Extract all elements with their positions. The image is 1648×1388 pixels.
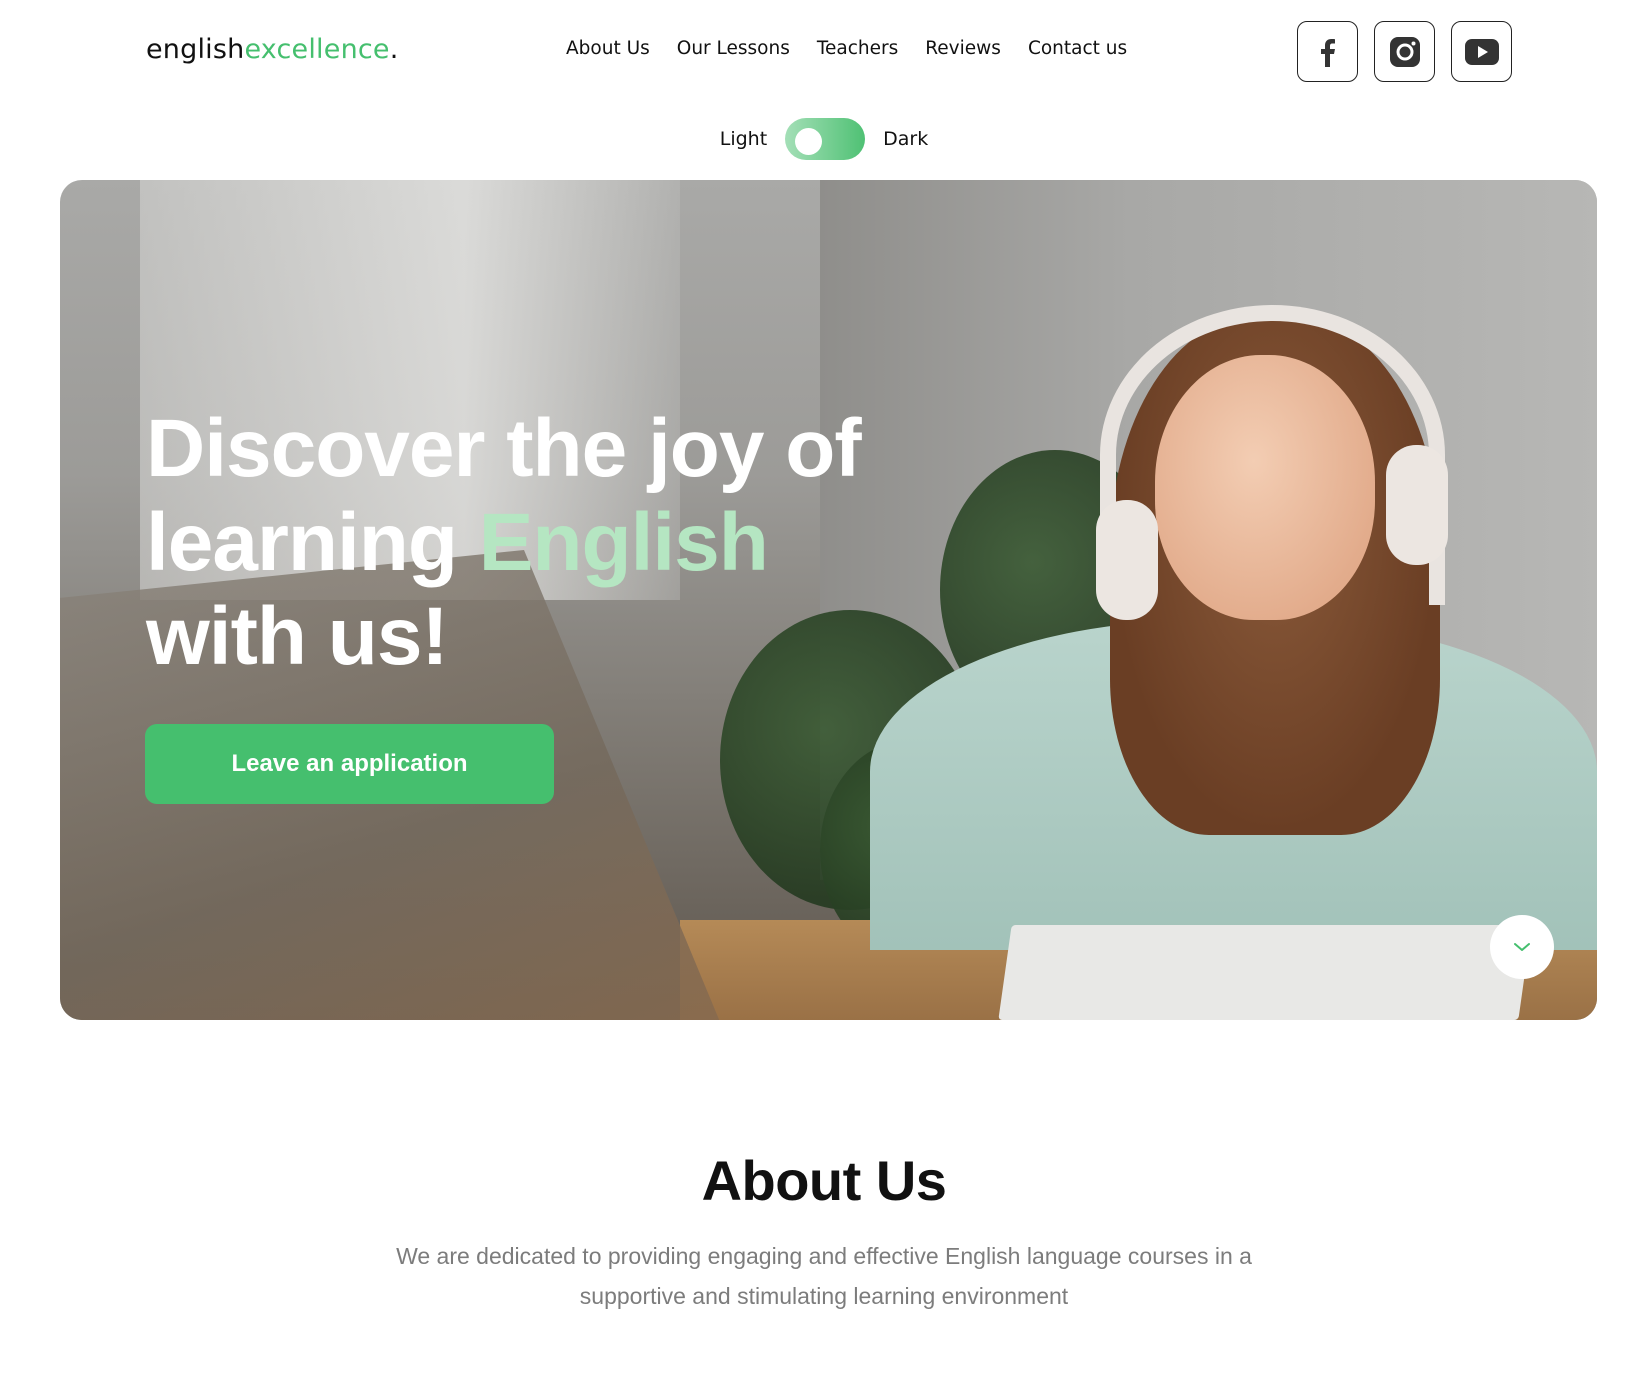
logo-part-excellence: excellence — [244, 34, 390, 65]
facebook-icon — [1320, 38, 1335, 67]
nav-our-lessons[interactable]: Our Lessons — [677, 38, 790, 59]
hero-title: Discover the joy of learning English wit… — [146, 402, 862, 684]
theme-light-label[interactable]: Light — [720, 128, 767, 150]
hero-title-line1: Discover the joy of — [146, 403, 862, 494]
logo-dot: . — [389, 34, 399, 65]
theme-switch[interactable] — [785, 118, 866, 160]
scroll-down-button[interactable] — [1490, 915, 1554, 979]
main-nav: About Us Our Lessons Teachers Reviews Co… — [566, 38, 1127, 59]
nav-contact-us[interactable]: Contact us — [1028, 38, 1127, 59]
youtube-button[interactable] — [1451, 21, 1512, 82]
leave-application-button[interactable]: Leave an application — [145, 724, 554, 804]
hero-banner: Discover the joy of learning English wit… — [60, 180, 1597, 1020]
instagram-icon — [1389, 36, 1420, 67]
nav-about-us[interactable]: About Us — [566, 38, 650, 59]
logo-part-english: english — [146, 34, 245, 65]
instagram-button[interactable] — [1374, 21, 1435, 82]
social-links — [1297, 21, 1512, 82]
chevron-down-icon — [1514, 943, 1530, 951]
about-description: We are dedicated to providing engaging a… — [396, 1243, 1252, 1309]
about-title-start: About — [701, 1149, 876, 1212]
theme-toggle: Light Dark — [0, 118, 1648, 160]
theme-switch-knob[interactable] — [795, 128, 823, 155]
logo[interactable]: englishexcellence. — [146, 34, 399, 65]
theme-dark-label[interactable]: Dark — [883, 128, 928, 150]
hero-title-highlight: English — [478, 497, 769, 588]
hero-title-line2: learning — [146, 497, 479, 588]
nav-reviews[interactable]: Reviews — [925, 38, 1001, 59]
about-title: About Us — [0, 1148, 1648, 1213]
youtube-icon — [1464, 38, 1499, 65]
facebook-button[interactable] — [1297, 21, 1358, 82]
hero-title-line3: with us! — [146, 591, 449, 682]
about-title-highlight: Us — [875, 1149, 947, 1212]
nav-teachers[interactable]: Teachers — [817, 38, 898, 59]
site-header: englishexcellence. About Us Our Lessons … — [0, 0, 1648, 104]
